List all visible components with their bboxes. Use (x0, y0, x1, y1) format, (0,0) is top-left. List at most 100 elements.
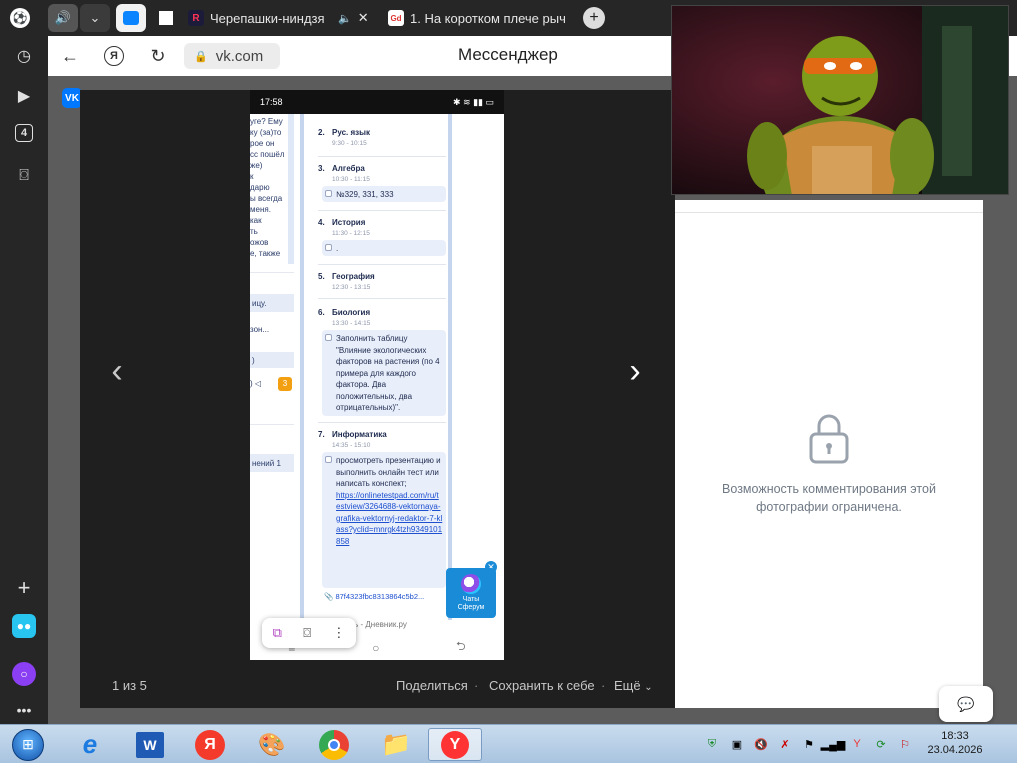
explorer-icon[interactable]: 📁 (372, 728, 420, 761)
chevron-down-icon: ⌄ (644, 682, 653, 693)
task-checkbox[interactable] (325, 456, 332, 463)
tab-title: 1. На коротком плече рыч (410, 10, 566, 26)
page-title: Мессенджер (458, 45, 558, 64)
sferum-logo-icon (461, 574, 481, 594)
browser-logo-icon[interactable]: ⚽ (10, 8, 30, 28)
antivirus-icon[interactable]: ⛨ (705, 737, 719, 751)
start-button-icon[interactable]: ⊞ (4, 728, 52, 761)
ie-icon[interactable]: e (66, 728, 114, 761)
chat-line: ы всегда (250, 194, 283, 203)
back-icon[interactable]: ← (58, 44, 82, 68)
schedule-frame: 2. Рус. язык 9:30 - 10:15 3. Алгебра 10:… (300, 114, 452, 620)
lesson-number: 5. (318, 272, 325, 281)
task-checkbox[interactable] (325, 244, 332, 251)
volume-muted-icon[interactable]: 🔇 (754, 737, 768, 751)
chat-line: уге? Ему (250, 117, 283, 126)
lesson-title: Рус. язык (332, 128, 370, 137)
lesson-time: 9:30 - 10:15 (332, 140, 367, 147)
lesson-time: 13:30 - 14:15 (332, 320, 371, 327)
task-link[interactable]: https://onlinetestpad.com/ru/testview/32… (336, 490, 443, 548)
reload-icon[interactable]: ↻ (146, 44, 170, 68)
image-search-icon[interactable]: ⌼ (303, 625, 311, 641)
attachment-link[interactable]: 📎 87f4323fbc8313864c5b2... (324, 592, 424, 601)
more-link[interactable]: Ещё ⌄ (614, 678, 653, 693)
homework-task[interactable]: . (322, 240, 446, 256)
chat-bubble-icon[interactable]: 💬 (939, 686, 993, 722)
chat-line: же) (250, 161, 263, 170)
signal-icon[interactable]: ▂▄▆ (821, 737, 846, 751)
share-link[interactable]: Поделиться (396, 678, 468, 693)
chat-line: дарю (250, 183, 270, 192)
tab-audio-toggle-icon[interactable]: 🔊 (48, 4, 78, 32)
taskbar-clock[interactable]: 18:33 23.04.2026 (920, 729, 990, 757)
vk-logo-icon[interactable]: VK (62, 88, 82, 108)
chat-line: ) ◁ (250, 379, 262, 388)
lesson-number: 3. (318, 164, 325, 173)
yandex-browser-icon[interactable]: Y (428, 728, 482, 761)
text-recognition-icon[interactable]: ⧉ (273, 625, 282, 641)
tab-title: Черепашки-ниндзя (210, 10, 325, 26)
homework-task[interactable]: №329, 331, 333 (322, 186, 446, 202)
comments-restricted-message: Возможность комментирования этой фотогра… (722, 482, 936, 514)
comments-panel: Возможность комментирования этой фотогра… (675, 200, 983, 708)
next-photo-icon[interactable]: › (620, 352, 650, 391)
blank-tab-icon[interactable] (152, 4, 180, 32)
viewer-footer: 1 из 5 Поделиться · Сохранить к себе · Е… (112, 678, 653, 693)
alice-icon[interactable]: ○ (12, 662, 36, 686)
messenger-tab-icon[interactable] (116, 4, 146, 32)
phone-home-icon: ○ (372, 640, 380, 655)
sferum-chats-button[interactable]: Чаты Сферум (446, 568, 496, 618)
chat-line: ожов (250, 238, 269, 247)
lesson-title: География (332, 272, 375, 281)
paint-icon[interactable]: 🎨 (248, 728, 296, 761)
action-center-icon[interactable]: ⚑ (802, 737, 816, 751)
add-panel-icon[interactable]: + (12, 575, 36, 600)
collections-icon[interactable]: 4 (15, 124, 33, 142)
photo-viewer: ‹ › 17:58 ✱ ≋ ▮▮ ▭ уге? Ему ку (за)то ро… (80, 90, 675, 708)
url-field[interactable]: 🔒 vk.com (184, 43, 280, 69)
task-checkbox[interactable] (325, 190, 332, 197)
phone-back-icon: ⮌ (456, 639, 466, 653)
screenshot-icon[interactable]: ⌼ (12, 164, 36, 188)
task-checkbox[interactable] (325, 334, 332, 341)
homework-task[interactable]: просмотреть презентацию и выполнить онла… (322, 452, 446, 588)
chat-line: как (250, 216, 262, 225)
lesson-title: Биология (332, 308, 371, 317)
browser-sidebar: ◷ ▶ 4 ⌼ + ●● ○ ••• (0, 36, 48, 724)
pip-video[interactable] (671, 5, 1009, 195)
more-vertical-icon[interactable]: ⋮ (332, 625, 345, 641)
flag-error-icon[interactable]: ⚐ (898, 737, 912, 751)
history-icon[interactable]: ◷ (12, 44, 36, 68)
tab-physics[interactable]: Gd 1. На коротком плече рыч (388, 4, 578, 32)
prev-photo-icon[interactable]: ‹ (102, 352, 132, 391)
word-icon[interactable]: W (126, 728, 174, 761)
yandex-icon[interactable]: Я (104, 46, 124, 66)
chrome-icon[interactable] (310, 728, 358, 761)
lesson-time: 11:30 - 12:15 (332, 230, 370, 237)
tab-sound-icon[interactable]: 🔈 (338, 12, 352, 25)
tab-close-icon[interactable]: ✕ (358, 10, 369, 26)
more-icon[interactable]: ••• (12, 698, 36, 722)
clock-date: 23.04.2026 (927, 744, 983, 756)
tab-turtles[interactable]: R Черепашки-ниндзя 🔈 ✕ (188, 4, 378, 32)
lesson-time: 12:30 - 13:15 (332, 284, 371, 291)
gdz-icon: Gd (388, 10, 404, 26)
video-icon[interactable]: ▶ (12, 84, 36, 108)
clock-time: 18:33 (941, 730, 969, 742)
tabs-dropdown-button[interactable]: ⌄ (80, 4, 110, 32)
devices-icon[interactable]: ▣ (730, 737, 744, 751)
schedule-list[interactable]: 2. Рус. язык 9:30 - 10:15 3. Алгебра 10:… (304, 114, 448, 620)
yandex-app-icon[interactable]: Я (186, 728, 234, 761)
yandex-tray-icon[interactable]: Y (850, 737, 864, 751)
sync-icon[interactable]: ⟳ (874, 737, 888, 751)
save-link[interactable]: Сохранить к себе (489, 678, 595, 693)
lesson-title: Алгебра (332, 164, 365, 173)
network-error-icon[interactable]: ✗ (778, 737, 792, 751)
chat-line: ицу. (250, 294, 294, 312)
homework-task[interactable]: Заполнить таблицу "Влияние экологических… (322, 330, 446, 416)
chat-line: е, также (250, 249, 281, 258)
chat-line: к (250, 172, 254, 181)
messenger-app-icon[interactable]: ●● (12, 614, 36, 638)
chat-line: ть (250, 227, 258, 236)
new-tab-button[interactable]: + (583, 7, 605, 29)
